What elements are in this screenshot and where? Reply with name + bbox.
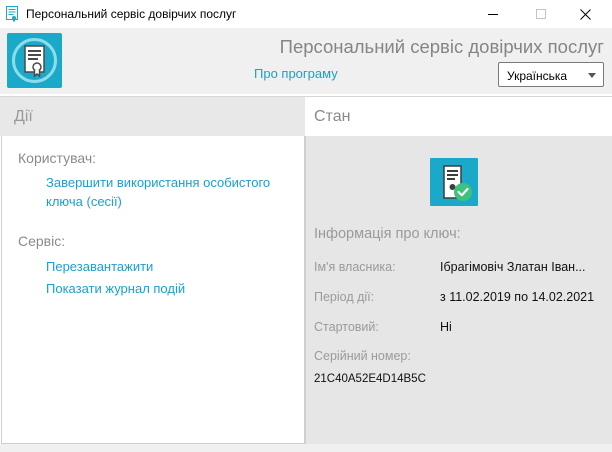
status-heading: Стан — [314, 108, 351, 125]
actions-panel-header: Дії — [0, 96, 305, 136]
serial-value: 21C40A52E4D14B5C — [314, 373, 426, 385]
close-button[interactable] — [562, 0, 608, 28]
close-icon — [579, 8, 591, 20]
key-valid-icon — [430, 158, 478, 206]
window-bottom-edge — [0, 444, 612, 452]
minimize-button[interactable] — [470, 0, 516, 28]
language-select-value: Українська — [507, 69, 568, 83]
period-label: Період дії: — [314, 290, 375, 304]
owner-value: Ібрагімовіч Златан Іван... — [440, 260, 586, 274]
app-logo — [7, 33, 62, 88]
title-bar: Персональний сервіс довірчих послуг — [0, 0, 612, 28]
startup-value: Ні — [440, 320, 452, 334]
period-value: з 11.02.2019 по 14.02.2021 — [440, 290, 595, 304]
serial-label: Серійний номер: — [314, 349, 411, 363]
certificate-logo-icon — [12, 38, 57, 83]
language-select[interactable]: Українська — [498, 62, 604, 87]
service-section-label: Сервіс: — [18, 233, 66, 249]
actions-panel: Користувач: Завершити використання особи… — [1, 136, 305, 444]
window-title: Персональний сервіс довірчих послуг — [26, 7, 237, 21]
status-panel: Інформація про ключ: Ім'я власника: Ібра… — [305, 136, 612, 444]
user-section-label: Користувач: — [18, 150, 97, 166]
minimize-icon — [488, 14, 498, 15]
certificate-app-icon — [6, 6, 18, 22]
finish-session-link-line1: Завершити використання особистого — [46, 175, 271, 190]
restart-link[interactable]: Перезавантажити — [46, 257, 153, 276]
maximize-button[interactable] — [518, 0, 564, 28]
maximize-icon — [536, 9, 546, 19]
finish-session-link-line2: ключа (сесії) — [46, 194, 122, 209]
chevron-down-icon — [588, 73, 596, 78]
status-panel-header: Стан — [305, 96, 612, 136]
finish-session-link[interactable]: Завершити використання особистого ключа … — [46, 173, 270, 211]
actions-heading: Дії — [14, 108, 33, 125]
app-title: Персональний сервіс довірчих послуг — [279, 36, 604, 57]
key-info-title: Інформація про ключ: — [314, 226, 461, 242]
startup-label: Стартовий: — [314, 320, 379, 334]
app-header: Персональний сервіс довірчих послуг Про … — [0, 28, 612, 94]
show-log-link[interactable]: Показати журнал подій — [46, 279, 185, 298]
owner-label: Ім'я власника: — [314, 260, 396, 274]
about-link[interactable]: Про програму — [254, 66, 338, 81]
